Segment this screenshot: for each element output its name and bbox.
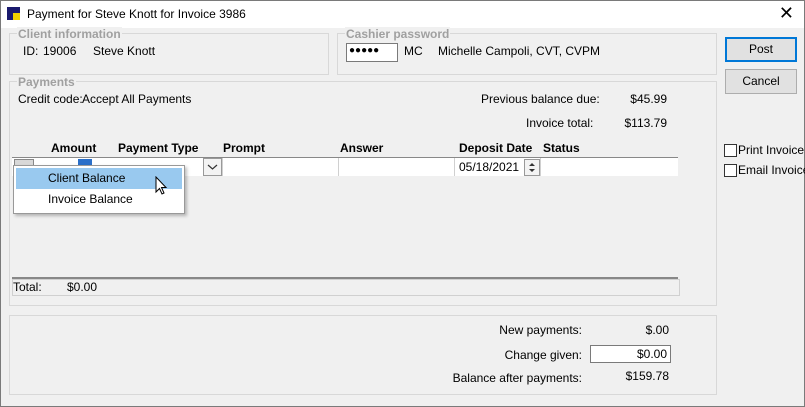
window-title: Payment for Steve Knott for Invoice 3986 — [27, 7, 246, 21]
cashier-legend: Cashier password — [345, 27, 451, 41]
deposit-date-spinner[interactable] — [524, 159, 540, 176]
client-name: Steve Knott — [93, 44, 156, 58]
payment-type-dropdown-button[interactable] — [203, 158, 222, 176]
col-divider — [540, 158, 541, 176]
new-payments-value: $.00 — [645, 323, 669, 337]
print-invoice-label[interactable]: Print Invoice — [738, 143, 804, 157]
email-invoice-checkbox[interactable] — [724, 164, 737, 177]
spinner-arrows-icon — [529, 163, 535, 172]
payments-legend: Payments — [17, 75, 76, 89]
chevron-down-icon — [207, 164, 218, 170]
col-amount: Amount — [51, 141, 97, 155]
deposit-date-value[interactable]: 05/18/2021 — [459, 160, 519, 174]
previous-balance-label: Previous balance due: — [481, 92, 600, 106]
grid-total-bar — [12, 279, 680, 296]
cancel-button[interactable]: Cancel — [725, 69, 797, 94]
password-mask: ●●●●● — [349, 45, 380, 56]
col-answer: Answer — [340, 141, 384, 155]
app-icon — [7, 7, 20, 20]
change-given-value: $0.00 — [636, 347, 667, 361]
change-given-field[interactable]: $0.00 — [590, 345, 671, 363]
payment-dialog: Payment for Steve Knott for Invoice 3986… — [0, 0, 805, 407]
client-id-label: ID: — [23, 44, 39, 58]
client-id: 19006 — [43, 44, 77, 58]
title-bar: Payment for Steve Knott for Invoice 3986… — [1, 1, 804, 28]
col-divider — [338, 158, 339, 176]
cashier-name: Michelle Campoli, CVT, CVPM — [438, 44, 601, 58]
total-value: $0.00 — [67, 280, 98, 294]
credit-code-value: Accept All Payments — [82, 92, 192, 106]
col-divider — [222, 158, 223, 176]
post-button[interactable]: Post — [725, 37, 797, 62]
balance-after-label: Balance after payments: — [452, 371, 582, 385]
close-icon[interactable]: ✕ — [779, 4, 794, 22]
total-label: Total: — [13, 280, 42, 294]
col-status: Status — [543, 141, 580, 155]
col-divider — [454, 158, 455, 176]
balance-after-value: $159.78 — [625, 369, 669, 383]
client-info-legend: Client information — [17, 27, 122, 41]
invoice-total-label: Invoice total: — [526, 116, 594, 130]
new-payments-label: New payments: — [499, 323, 582, 337]
invoice-total-value: $113.79 — [624, 116, 668, 130]
print-invoice-checkbox[interactable] — [724, 144, 737, 157]
previous-balance-value: $45.99 — [630, 92, 667, 106]
email-invoice-label[interactable]: Email Invoice — [738, 163, 805, 177]
cashier-initials: MC — [404, 44, 423, 58]
col-payment-type: Payment Type — [118, 141, 199, 155]
col-prompt: Prompt — [223, 141, 265, 155]
credit-code-label: Credit code: — [18, 92, 83, 106]
col-deposit-date: Deposit Date — [459, 141, 533, 155]
cashier-password-field[interactable]: ●●●●● — [346, 43, 398, 62]
mouse-cursor-icon — [155, 176, 168, 195]
change-given-label: Change given: — [504, 348, 582, 362]
